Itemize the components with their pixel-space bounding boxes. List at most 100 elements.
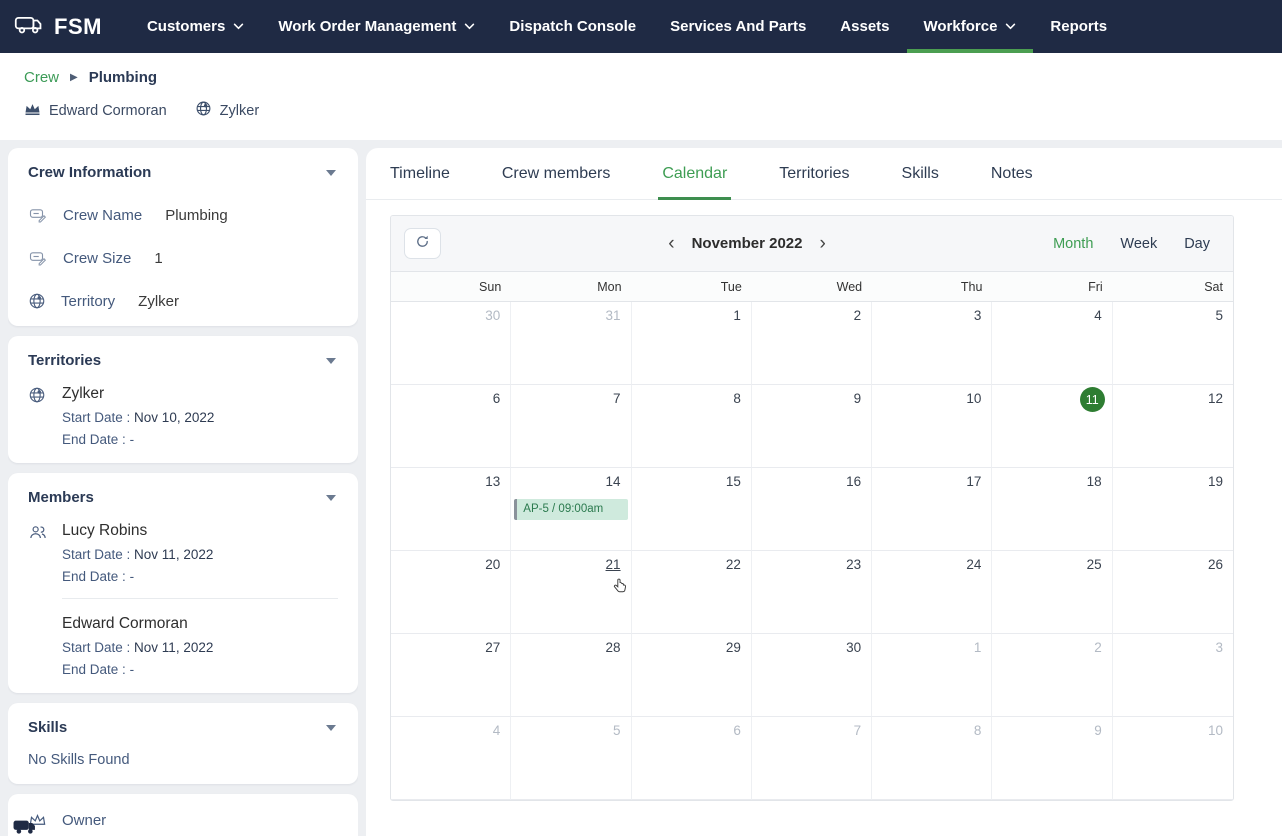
date-number[interactable]: 1: [872, 634, 991, 661]
date-number[interactable]: 10: [872, 385, 991, 412]
next-month-icon[interactable]: ›: [817, 234, 827, 253]
calendar-cell[interactable]: 13: [391, 468, 511, 551]
calendar-cell[interactable]: 20: [391, 551, 511, 634]
calendar-cell[interactable]: 30: [391, 302, 511, 385]
calendar-cell[interactable]: 14AP-5 / 09:00am: [511, 468, 631, 551]
date-number[interactable]: 6: [391, 385, 510, 412]
date-number[interactable]: 31: [511, 302, 630, 329]
calendar-cell[interactable]: 26: [1113, 551, 1233, 634]
calendar-cell[interactable]: 6: [391, 385, 511, 468]
date-number[interactable]: 30: [752, 634, 871, 661]
calendar-cell[interactable]: 15: [632, 468, 752, 551]
date-number[interactable]: 10: [1113, 717, 1233, 744]
calendar-cell[interactable]: 8: [872, 717, 992, 800]
nav-item-services-and-parts[interactable]: Services And Parts: [653, 0, 823, 53]
date-number[interactable]: 17: [872, 468, 991, 495]
collapse-caret-icon[interactable]: [324, 493, 338, 503]
calendar-cell[interactable]: 17: [872, 468, 992, 551]
date-number[interactable]: 24: [872, 551, 991, 578]
calendar-cell[interactable]: 16: [752, 468, 872, 551]
calendar-cell[interactable]: 4: [992, 302, 1112, 385]
date-number[interactable]: 23: [752, 551, 871, 578]
calendar-cell[interactable]: 6: [632, 717, 752, 800]
view-option-week[interactable]: Week: [1120, 236, 1157, 252]
date-number[interactable]: 19: [1113, 468, 1233, 495]
date-number[interactable]: 3: [1113, 634, 1233, 661]
app-logo[interactable]: FSM: [0, 0, 130, 53]
nav-item-customers[interactable]: Customers: [130, 0, 261, 53]
calendar-cell[interactable]: 22: [632, 551, 752, 634]
tab-crew-members[interactable]: Crew members: [502, 148, 610, 200]
calendar-cell[interactable]: 25: [992, 551, 1112, 634]
refresh-button[interactable]: [404, 228, 441, 259]
calendar-cell[interactable]: 2: [752, 302, 872, 385]
collapse-caret-icon[interactable]: [324, 723, 338, 733]
date-number[interactable]: 6: [632, 717, 751, 744]
calendar-cell[interactable]: 31: [511, 302, 631, 385]
calendar-cell[interactable]: 5: [1113, 302, 1233, 385]
date-number[interactable]: 15: [632, 468, 751, 495]
date-number[interactable]: 5: [1113, 302, 1233, 329]
calendar-cell[interactable]: 12: [1113, 385, 1233, 468]
calendar-cell[interactable]: 10: [872, 385, 992, 468]
tab-territories[interactable]: Territories: [779, 148, 849, 200]
date-number[interactable]: 12: [1113, 385, 1233, 412]
nav-item-assets[interactable]: Assets: [823, 0, 906, 53]
collapse-caret-icon[interactable]: [324, 168, 338, 178]
date-number[interactable]: 27: [391, 634, 510, 661]
date-number[interactable]: 22: [632, 551, 751, 578]
today-badge[interactable]: 11: [1080, 387, 1105, 412]
nav-item-dispatch-console[interactable]: Dispatch Console: [492, 0, 653, 53]
date-number[interactable]: 5: [511, 717, 630, 744]
calendar-cell[interactable]: 30: [752, 634, 872, 717]
nav-item-work-order-management[interactable]: Work Order Management: [261, 0, 492, 53]
date-number[interactable]: 9: [752, 385, 871, 412]
date-number[interactable]: 9: [992, 717, 1111, 744]
calendar-cell[interactable]: 27: [391, 634, 511, 717]
calendar-cell[interactable]: 7: [511, 385, 631, 468]
tab-skills[interactable]: Skills: [902, 148, 939, 200]
collapse-caret-icon[interactable]: [324, 356, 338, 366]
tab-timeline[interactable]: Timeline: [390, 148, 450, 200]
date-number[interactable]: 7: [511, 385, 630, 412]
date-number[interactable]: 20: [391, 551, 510, 578]
date-number[interactable]: 4: [992, 302, 1111, 329]
calendar-cell[interactable]: 23: [752, 551, 872, 634]
date-number[interactable]: 11: [992, 385, 1111, 413]
previous-month-icon[interactable]: ‹: [666, 234, 676, 253]
calendar-cell[interactable]: 29: [632, 634, 752, 717]
date-number[interactable]: 28: [511, 634, 630, 661]
view-option-day[interactable]: Day: [1184, 236, 1210, 252]
calendar-cell[interactable]: 1: [872, 634, 992, 717]
chat-widget-truck-icon[interactable]: [12, 815, 38, 836]
date-number[interactable]: 13: [391, 468, 510, 495]
calendar-cell[interactable]: 7: [752, 717, 872, 800]
calendar-cell[interactable]: 1: [632, 302, 752, 385]
calendar-cell[interactable]: 24: [872, 551, 992, 634]
calendar-cell[interactable]: 28: [511, 634, 631, 717]
calendar-cell[interactable]: 9: [752, 385, 872, 468]
date-number[interactable]: 1: [632, 302, 751, 329]
calendar-cell[interactable]: 2: [992, 634, 1112, 717]
calendar-cell[interactable]: 19: [1113, 468, 1233, 551]
date-number[interactable]: 2: [992, 634, 1111, 661]
date-number[interactable]: 2: [752, 302, 871, 329]
date-number[interactable]: 3: [872, 302, 991, 329]
calendar-cell[interactable]: 4: [391, 717, 511, 800]
date-number[interactable]: 21: [511, 551, 630, 578]
calendar-event[interactable]: AP-5 / 09:00am: [514, 499, 627, 520]
date-number[interactable]: 8: [872, 717, 991, 744]
calendar-cell[interactable]: 21: [511, 551, 631, 634]
nav-item-workforce[interactable]: Workforce: [907, 0, 1034, 53]
calendar-cell[interactable]: 3: [1113, 634, 1233, 717]
date-number[interactable]: 18: [992, 468, 1111, 495]
date-number[interactable]: 4: [391, 717, 510, 744]
date-number[interactable]: 8: [632, 385, 751, 412]
tab-calendar[interactable]: Calendar: [662, 148, 727, 200]
date-number[interactable]: 25: [992, 551, 1111, 578]
date-number[interactable]: 29: [632, 634, 751, 661]
calendar-cell[interactable]: 5: [511, 717, 631, 800]
calendar-cell[interactable]: 3: [872, 302, 992, 385]
date-number[interactable]: 7: [752, 717, 871, 744]
date-number[interactable]: 16: [752, 468, 871, 495]
